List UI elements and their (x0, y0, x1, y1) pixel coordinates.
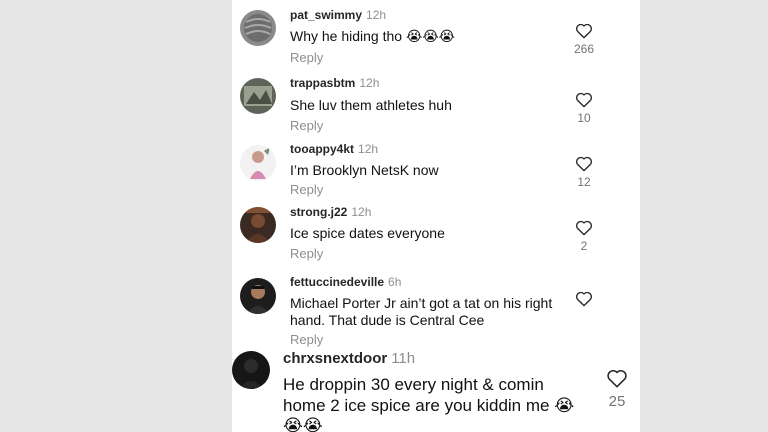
heart-outline-icon[interactable] (575, 155, 593, 172)
heart-outline-icon[interactable] (606, 368, 628, 388)
username[interactable]: trappasbtm (290, 76, 355, 90)
timestamp: 12h (359, 76, 380, 90)
like-count: 266 (573, 42, 595, 56)
comment-item: chrxsnextdoor 11h He droppin 30 every nig… (232, 348, 640, 432)
like-group: 10 (564, 91, 604, 124)
avatar[interactable] (240, 145, 276, 181)
username[interactable]: strong.j22 (290, 205, 347, 219)
avatar[interactable] (240, 278, 276, 314)
like-group (564, 290, 604, 307)
avatar[interactable] (232, 351, 270, 389)
comment-text: Why he hiding tho 😭😭😭 (290, 28, 456, 44)
heart-outline-icon[interactable] (575, 91, 593, 108)
avatar[interactable] (240, 10, 276, 46)
like-count: 2 (580, 239, 588, 253)
like-count: 10 (577, 111, 591, 125)
timestamp: 12h (358, 142, 379, 156)
like-count: 25 (608, 393, 626, 410)
comment-meta: trappasbtm 12h (290, 77, 379, 89)
timestamp: 12h (366, 8, 387, 22)
comment-item: fettuccinedeville 6h Michael Porter Jr ai… (232, 272, 640, 350)
heart-outline-icon[interactable] (575, 219, 593, 236)
comment-text: I’m Brooklyn NetsK now (290, 162, 439, 178)
comment-item: pat_swimmy 12h Why he hiding tho 😭😭😭 Repl… (232, 0, 640, 70)
comment-meta: chrxsnextdoor 11h (283, 351, 415, 366)
username[interactable]: fettuccinedeville (290, 275, 384, 289)
like-group: 25 (596, 368, 638, 409)
reply-button[interactable]: Reply (290, 247, 323, 260)
like-group: 12 (564, 155, 604, 188)
comment-text: Ice spice dates everyone (290, 225, 445, 241)
like-group: 266 (564, 22, 604, 55)
username[interactable]: pat_swimmy (290, 8, 362, 22)
comment-item: strong.j22 12h Ice spice dates everyone R… (232, 202, 640, 270)
reply-button[interactable]: Reply (290, 51, 323, 64)
timestamp: 12h (351, 205, 372, 219)
comments-panel: pat_swimmy 12h Why he hiding tho 😭😭😭 Repl… (232, 0, 640, 432)
comment-text: She luv them athletes huh (290, 97, 452, 113)
comment-meta: fettuccinedeville 6h (290, 276, 401, 288)
username[interactable]: tooappy4kt (290, 142, 354, 156)
reply-button[interactable]: Reply (290, 119, 323, 132)
timestamp: 11h (391, 350, 416, 367)
comment-text: Michael Porter Jr ain’t got a tat on his… (290, 295, 553, 328)
reply-button[interactable]: Reply (290, 183, 323, 196)
like-count: 12 (577, 175, 591, 189)
username[interactable]: chrxsnextdoor (283, 350, 387, 367)
comment-item: tooappy4kt 12h I’m Brooklyn NetsK now Rep… (232, 138, 640, 202)
avatar[interactable] (240, 207, 276, 243)
comment-meta: pat_swimmy 12h (290, 9, 386, 21)
timestamp: 6h (388, 275, 402, 289)
like-group: 2 (564, 219, 604, 252)
reply-button[interactable]: Reply (290, 333, 323, 346)
heart-outline-icon[interactable] (575, 22, 593, 39)
avatar[interactable] (240, 78, 276, 114)
comment-text: He droppin 30 every night & comin home 2… (283, 375, 575, 432)
comment-meta: strong.j22 12h (290, 206, 371, 218)
comment-meta: tooappy4kt 12h (290, 143, 378, 155)
comment-item: trappasbtm 12h She luv them athletes huh … (232, 72, 640, 138)
heart-outline-icon[interactable] (575, 290, 593, 307)
